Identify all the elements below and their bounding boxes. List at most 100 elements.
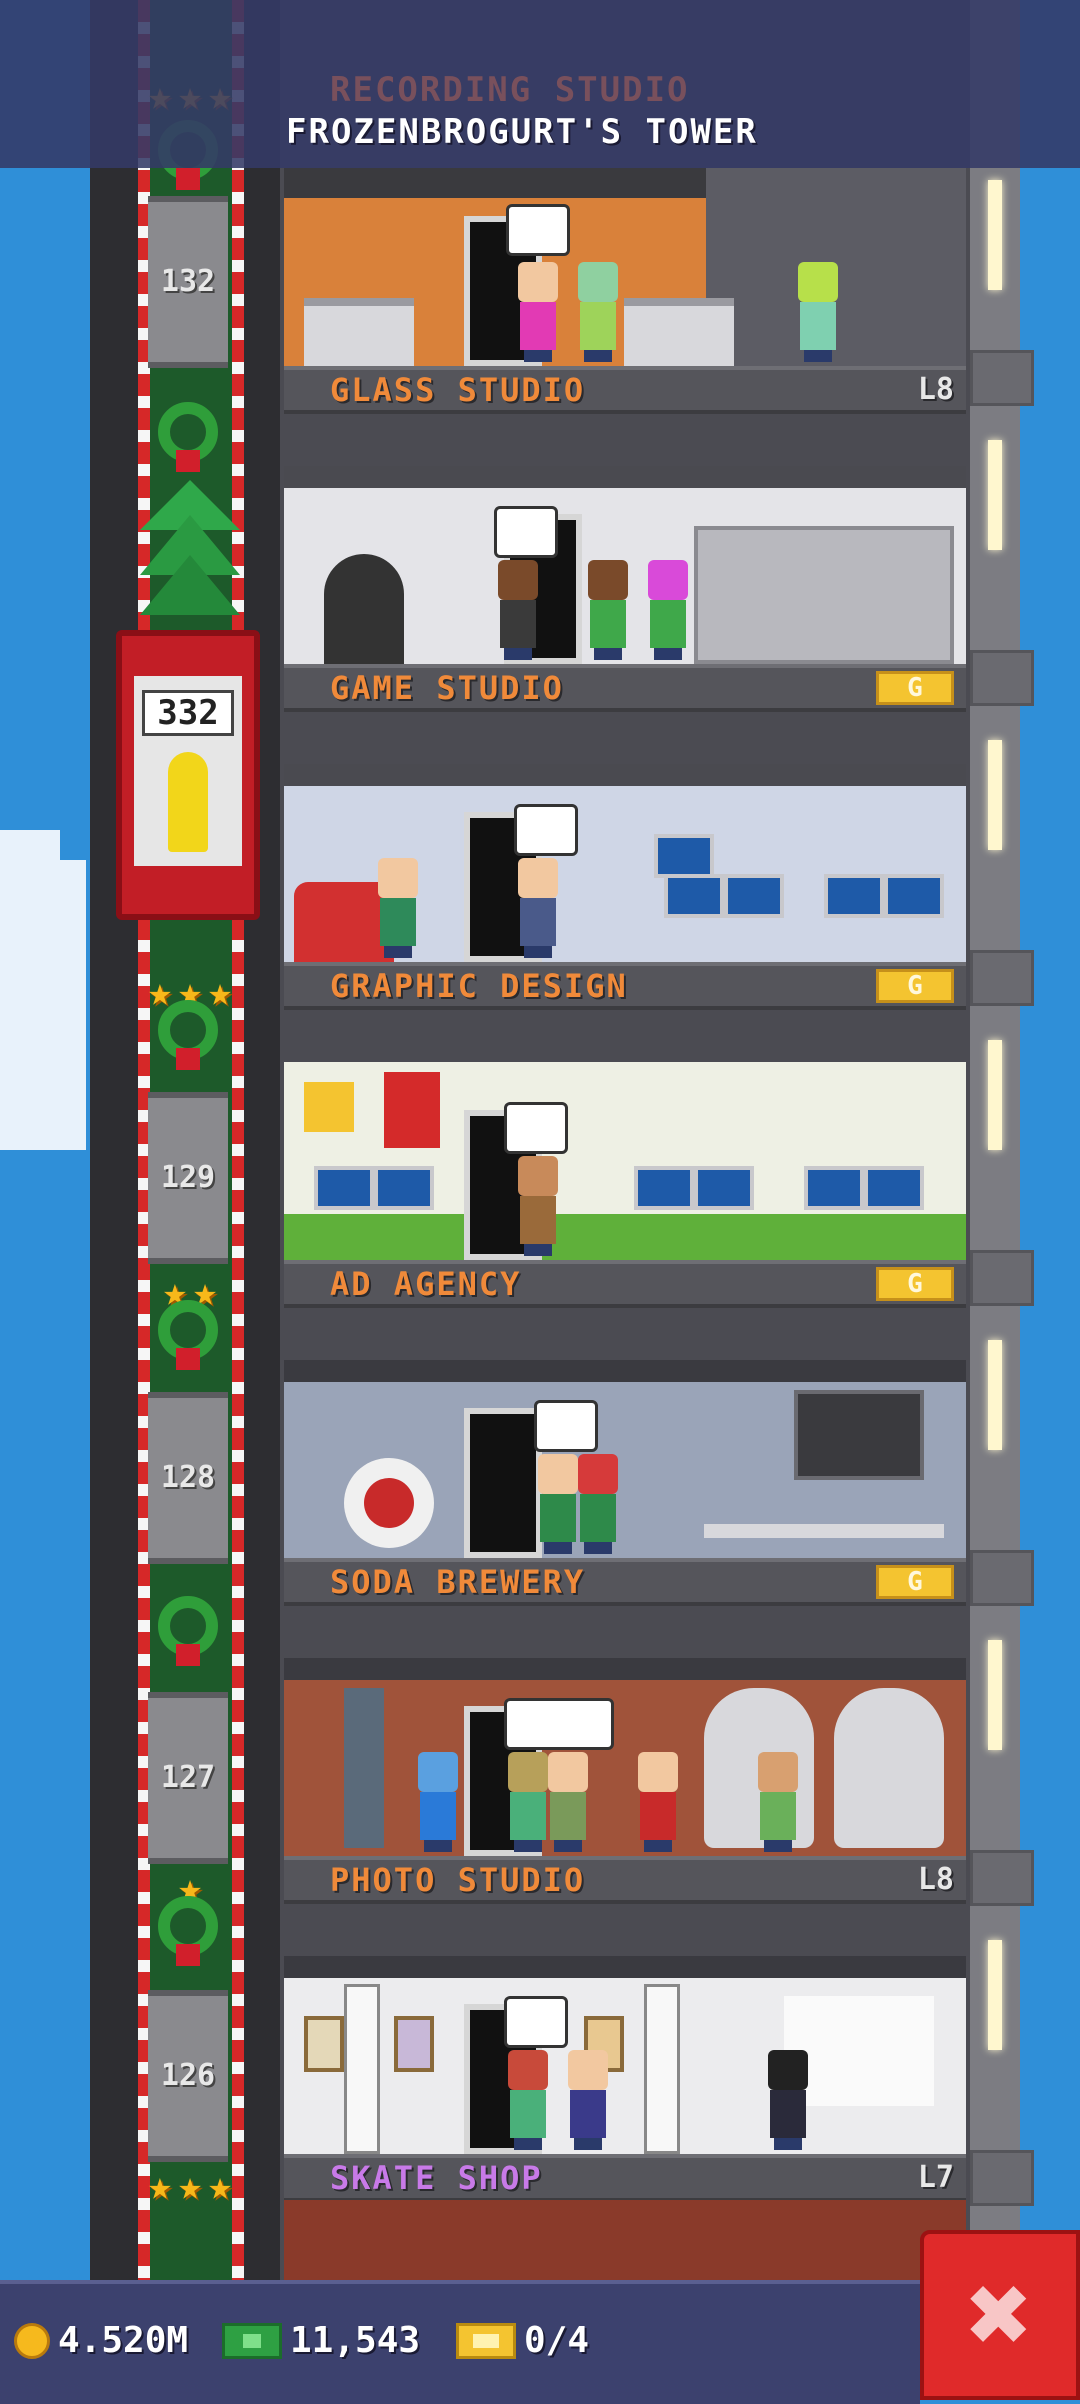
coin-ready-badge[interactable]: G: [876, 1267, 954, 1301]
bux-icon: [222, 2322, 282, 2359]
ticket-icon: [456, 2322, 516, 2359]
bitizen[interactable]: [514, 858, 558, 958]
floor-label-bar[interactable]: AD AGENCY G: [284, 1260, 966, 1308]
mixing-desk: [304, 298, 414, 366]
pillar-light: [988, 1940, 1002, 2050]
computer-monitor: [374, 1166, 434, 1210]
pillar-light: [988, 180, 1002, 290]
bux-value: 11,543: [290, 2320, 421, 2361]
bitizen[interactable]: [764, 2050, 808, 2150]
pillar-bracket: [970, 2150, 1034, 2206]
floor-stars: ★★★: [120, 2166, 260, 2206]
pillar-bracket: [970, 650, 1034, 706]
pillar-bracket: [970, 1850, 1034, 1906]
pillar-light: [988, 1040, 1002, 1150]
computer-monitor: [864, 1166, 924, 1210]
shaft-floor-marker: 128: [148, 1392, 228, 1564]
floor-room-graphic[interactable]: [284, 1062, 966, 1260]
wreath-decoration: [148, 1886, 228, 1986]
thought-bubble: [534, 1400, 598, 1452]
coin-ready-badge[interactable]: G: [876, 1565, 954, 1599]
floor-label-bar[interactable]: PHOTO STUDIO L8: [284, 1856, 966, 1904]
tower-header: RECORDING STUDIO FROZENBROGURT'S TOWER: [0, 0, 1080, 168]
bitizen[interactable]: [414, 1752, 458, 1852]
floor-room-recording[interactable]: [284, 168, 966, 366]
close-button[interactable]: ✖: [920, 2230, 1080, 2400]
thought-bubble: [494, 506, 558, 558]
bitizen[interactable]: [514, 262, 558, 362]
coin-icon: [14, 2322, 50, 2359]
floor-room-skate-shop[interactable]: [284, 2200, 966, 2280]
star-icon: ★: [208, 2163, 233, 2209]
tickets-counter[interactable]: 0/4: [456, 2320, 589, 2361]
star-icon: ★: [177, 2163, 203, 2209]
computer-monitor: [654, 834, 714, 878]
bitizen[interactable]: [574, 1454, 618, 1554]
floor-name: AD AGENCY: [330, 1265, 522, 1303]
bux-counter[interactable]: 11,543: [222, 2320, 420, 2361]
bitizen[interactable]: [564, 2050, 608, 2150]
bitizen[interactable]: [494, 560, 538, 660]
bitizen[interactable]: [754, 1752, 798, 1852]
shaft-floor-marker: 129: [148, 1092, 228, 1264]
pillar-bracket: [970, 350, 1034, 406]
thought-bubble: [514, 804, 578, 856]
pillar-light: [988, 1340, 1002, 1450]
thought-bubble: [504, 1698, 614, 1750]
computer-monitor: [804, 1166, 864, 1210]
room-door: [464, 1408, 542, 1558]
coins-value: 4.520M: [58, 2320, 189, 2361]
pillar-light: [988, 440, 1002, 550]
floor-name: GRAPHIC DESIGN: [330, 967, 628, 1005]
coins-counter[interactable]: 4.520M: [14, 2320, 188, 2361]
bitizen[interactable]: [374, 858, 418, 958]
bitizen[interactable]: [794, 262, 838, 362]
elevator-car[interactable]: 332: [116, 630, 260, 920]
pillar-bracket: [970, 1250, 1034, 1306]
floor-label-bar[interactable]: GRAPHIC DESIGN G: [284, 962, 966, 1010]
floor-room-photo-studio[interactable]: [284, 1956, 966, 2154]
floor-label-bar[interactable]: SKATE SHOP L7: [284, 2154, 966, 2202]
bitizen[interactable]: [534, 1454, 578, 1554]
floor-room-ad-agency[interactable]: [284, 1360, 966, 1558]
floor-level-badge: L7: [917, 2160, 954, 2195]
wreath-decoration: [148, 1586, 228, 1686]
bitizen[interactable]: [504, 2050, 548, 2150]
pillar-bracket: [970, 950, 1034, 1006]
floor-room-game[interactable]: [284, 764, 966, 962]
floor-level-badge: L8: [917, 372, 954, 407]
glass-shelf: [694, 526, 954, 664]
bitizen[interactable]: [504, 1752, 548, 1852]
candy-cane-rail-right: [232, 0, 244, 2280]
shaft-floor-number: 126: [160, 2058, 216, 2093]
pillar-bracket: [970, 1550, 1034, 1606]
coin-ready-badge[interactable]: G: [876, 671, 954, 705]
floor-room-glass[interactable]: [284, 466, 966, 664]
shaft-floor-number: 129: [160, 1160, 216, 1195]
shaft-floor-marker: 126: [148, 1990, 228, 2162]
thought-bubble: [504, 1996, 568, 2048]
wreath-decoration: [148, 392, 228, 492]
bitizen[interactable]: [634, 1752, 678, 1852]
wreath-decoration: [148, 1290, 228, 1390]
floor-name: PHOTO STUDIO: [330, 1861, 586, 1899]
bitizen[interactable]: [544, 1752, 588, 1852]
floor-name: SODA BREWERY: [330, 1563, 586, 1601]
floor-room-soda-brewery[interactable]: [284, 1658, 966, 1856]
elevator-cab: 332: [134, 676, 242, 866]
thought-bubble: [504, 1102, 568, 1154]
computer-monitor: [634, 1166, 694, 1210]
coin-ready-badge[interactable]: G: [876, 969, 954, 1003]
elevator-floor-display: 332: [142, 690, 234, 736]
pillar-light: [988, 1640, 1002, 1750]
bitizen[interactable]: [514, 1156, 558, 1256]
floor-label-bar[interactable]: GLASS STUDIO L8: [284, 366, 966, 414]
shaft-floor-number: 128: [160, 1460, 216, 1495]
close-icon: ✖: [966, 2250, 1034, 2378]
floor-label-bar[interactable]: SODA BREWERY G: [284, 1558, 966, 1606]
bitizen[interactable]: [644, 560, 688, 660]
bitizen[interactable]: [584, 560, 628, 660]
computer-monitor: [724, 874, 784, 918]
floor-label-bar[interactable]: GAME STUDIO G: [284, 664, 966, 712]
bitizen[interactable]: [574, 262, 618, 362]
